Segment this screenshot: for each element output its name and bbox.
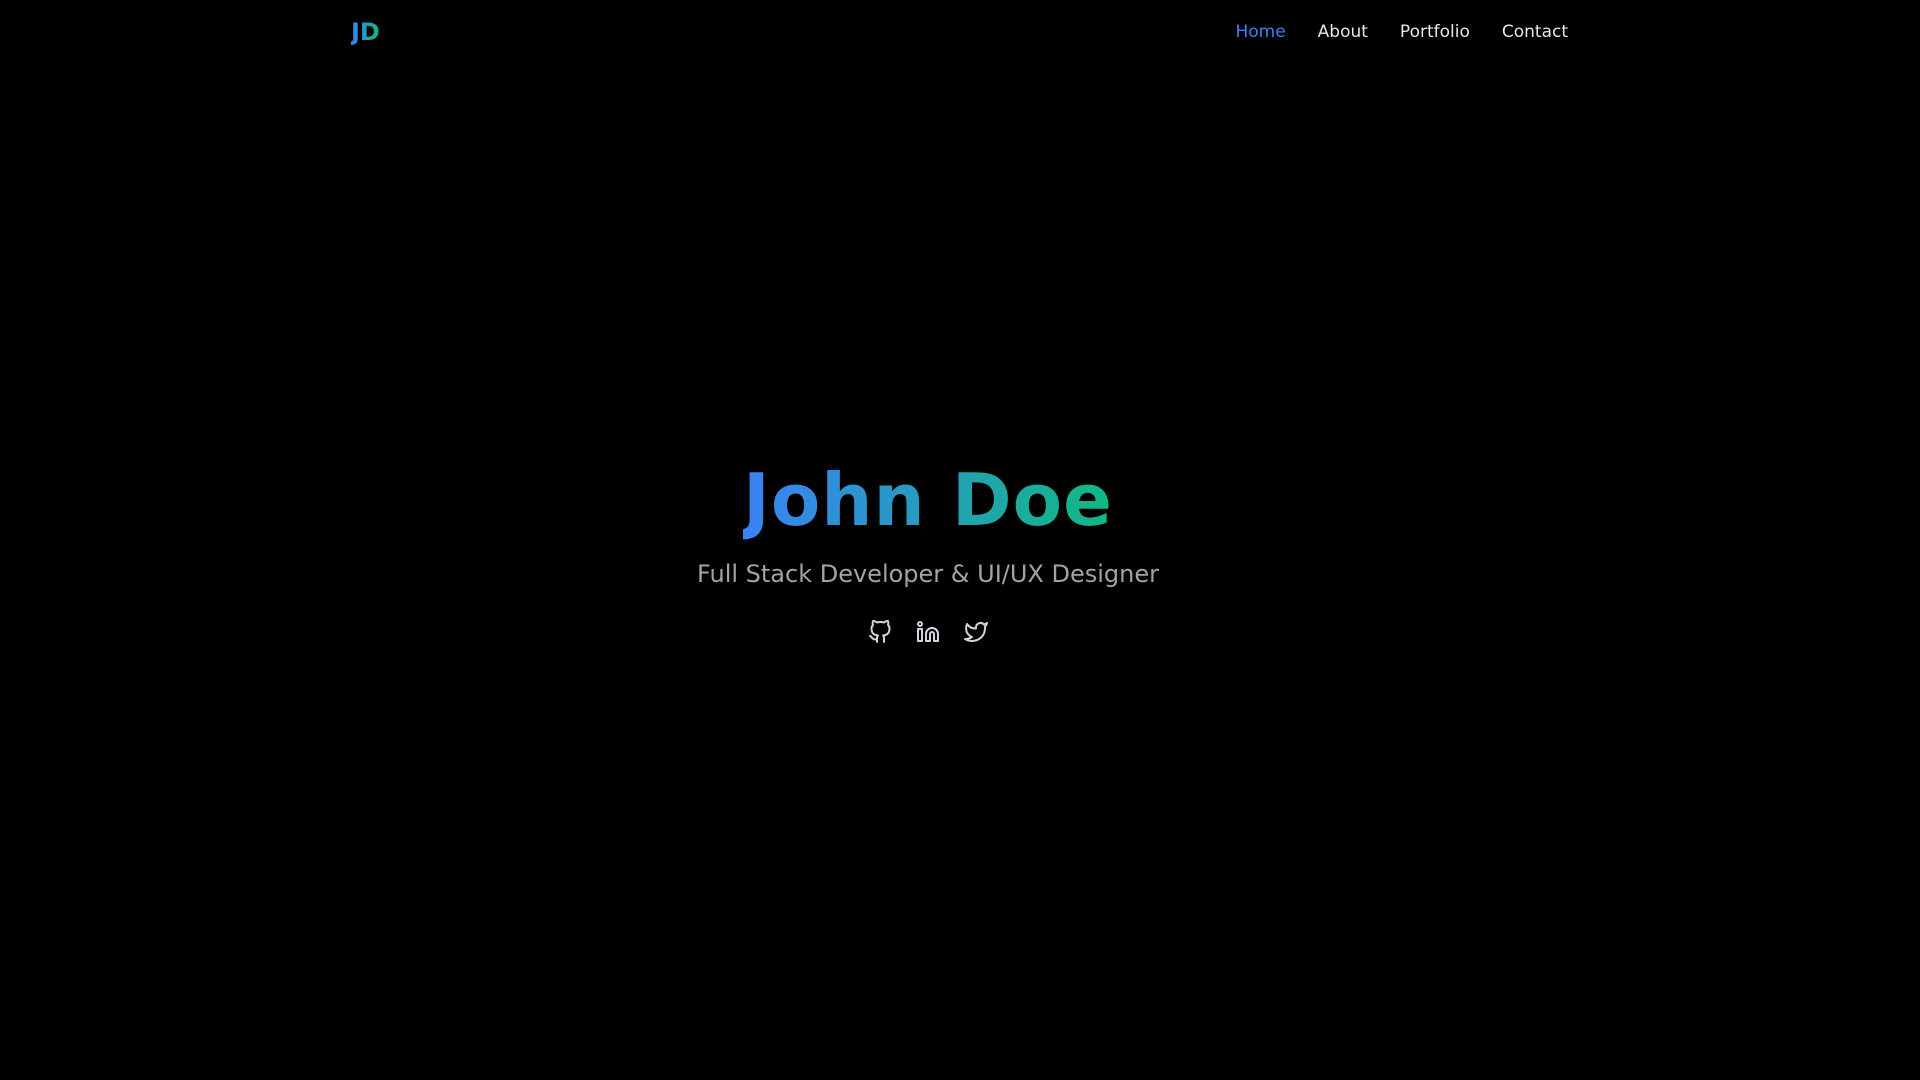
hero-subtitle: Full Stack Developer & UI/UX Designer [696, 560, 1159, 588]
social-links [0, 619, 1856, 644]
nav-link-about[interactable]: About [1318, 20, 1368, 44]
nav-link-portfolio[interactable]: Portfolio [1400, 20, 1470, 44]
page: JD Home About Portfolio Contact John Doe… [0, 0, 1920, 1080]
hero-section: John Doe Full Stack Developer & UI/UX De… [0, 450, 1856, 644]
nav-link-home[interactable]: Home [1235, 20, 1285, 44]
linkedin-link[interactable] [916, 620, 940, 644]
navbar: JD Home About Portfolio Contact [0, 0, 1920, 62]
twitter-link[interactable] [964, 620, 988, 644]
linkedin-icon [917, 621, 939, 642]
github-icon [869, 619, 891, 643]
github-link[interactable] [868, 619, 892, 644]
site-logo[interactable]: JD [351, 14, 380, 50]
hero-name: John Doe [743, 450, 1113, 550]
nav-link-contact[interactable]: Contact [1502, 20, 1568, 44]
twitter-icon [964, 622, 988, 642]
main-nav: Home About Portfolio Contact [1235, 20, 1568, 44]
